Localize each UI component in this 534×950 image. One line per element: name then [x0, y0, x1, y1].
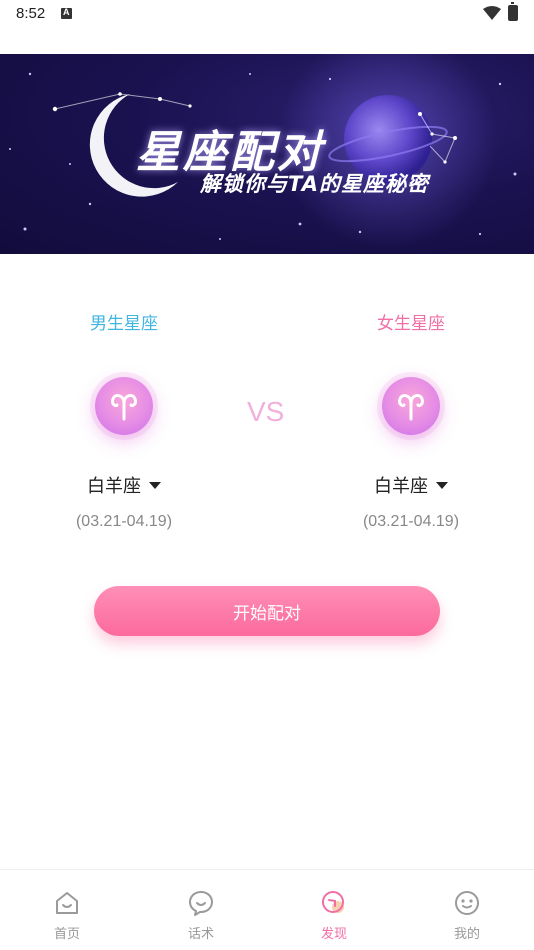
tab-discover[interactable]: 发现 — [267, 870, 401, 950]
male-sign-name: 白羊座 — [87, 476, 141, 497]
vs-text: VS — [247, 396, 285, 427]
tab-label: 话术 — [187, 927, 214, 942]
bottom-tab-bar: 首页 话术 发现 我的 — [0, 869, 534, 950]
female-sign-name: 白羊座 — [374, 476, 428, 497]
chevron-down-icon — [436, 481, 448, 489]
tab-label: 首页 — [53, 927, 80, 942]
chat-face-icon — [189, 891, 213, 916]
profile-face-icon — [455, 891, 479, 915]
wifi-icon — [483, 6, 501, 20]
status-bar: 8:52 A — [0, 0, 534, 28]
notification-letter: A — [63, 7, 70, 17]
female-sign-panel: 女生星座 白羊座 (03.21-04.19) — [331, 300, 491, 531]
male-label: 男生星座 — [90, 314, 158, 334]
aries-icon — [398, 394, 424, 421]
female-sign-dates: (03.21-04.19) — [362, 513, 460, 530]
banner-subtitle: 解锁你与TA的星座秘密 — [200, 172, 429, 196]
male-sign-selector[interactable]: 白羊座 — [44, 475, 204, 499]
tab-label: 发现 — [320, 927, 347, 942]
tab-scripts[interactable]: 话术 — [134, 870, 268, 950]
female-aries-badge[interactable] — [382, 377, 440, 435]
start-match-button[interactable]: 开始配对 — [94, 586, 440, 636]
chevron-down-icon — [149, 481, 161, 489]
banner: 星座配对 解锁你与TA的星座秘密 — [0, 54, 534, 254]
tab-mine[interactable]: 我的 — [400, 870, 534, 950]
home-face-icon — [56, 892, 78, 914]
female-label: 女生星座 — [377, 314, 445, 334]
male-aries-badge[interactable] — [95, 377, 153, 435]
battery-icon — [508, 2, 518, 21]
male-sign-dates: (03.21-04.19) — [75, 513, 173, 530]
female-sign-selector[interactable]: 白羊座 — [331, 475, 491, 499]
status-time: 8:52 — [16, 5, 46, 22]
discover-icon — [322, 891, 344, 913]
notification-icon: A — [61, 7, 72, 19]
tab-home[interactable]: 首页 — [0, 870, 134, 950]
male-sign-panel: 男生星座 白羊座 (03.21-04.19) — [44, 300, 204, 531]
aries-icon — [111, 394, 137, 421]
tab-label: 我的 — [453, 927, 480, 942]
